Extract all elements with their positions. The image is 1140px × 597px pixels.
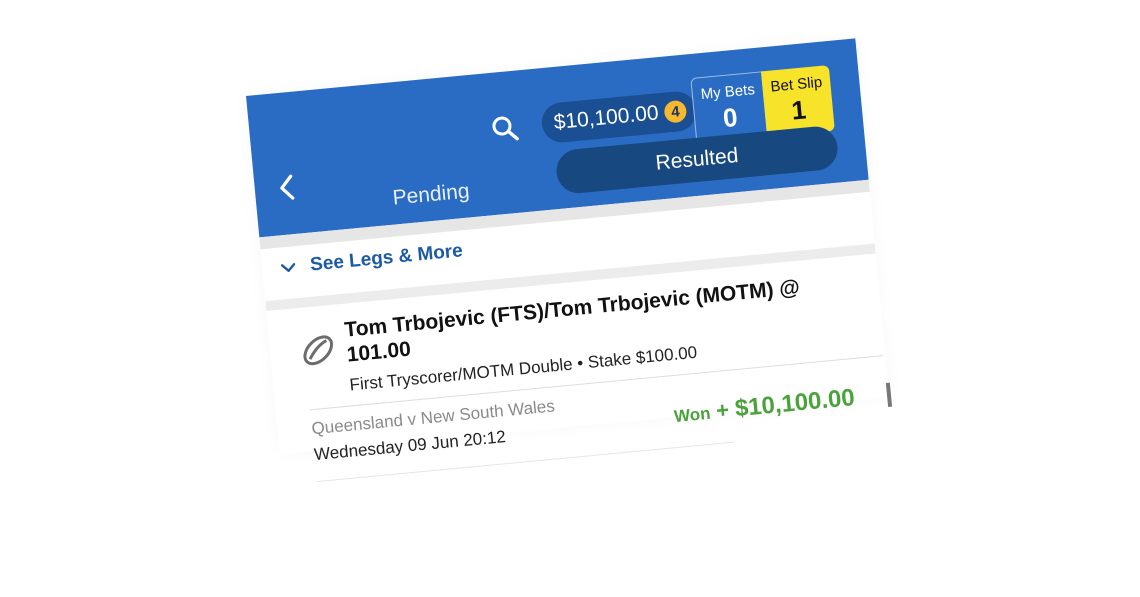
search-button[interactable] [489, 112, 526, 149]
result-sign: + [715, 396, 731, 424]
chevron-left-icon [280, 174, 295, 200]
bet-slip-button[interactable]: Bet Slip 1 [760, 65, 835, 138]
screenshot-stage: $10,100.00 4 My Bets 0 Bet Slip 1 Pendin… [0, 0, 1140, 597]
tab-pending[interactable]: Pending [365, 177, 497, 213]
search-icon [492, 116, 519, 141]
see-legs-toggle[interactable]: See Legs & More [279, 240, 464, 279]
app-header: $10,100.00 4 My Bets 0 Bet Slip 1 Pendin… [246, 38, 869, 238]
bet-result: Won + $10,100.00 [673, 384, 856, 429]
rugby-ball-icon [303, 335, 334, 366]
bet-history-screen: $10,100.00 4 My Bets 0 Bet Slip 1 Pendin… [246, 38, 893, 483]
scroll-edge-mark [885, 382, 893, 407]
result-label: Won [673, 403, 712, 427]
chevron-down-icon [280, 263, 296, 272]
balance-badge: 4 [663, 99, 688, 124]
see-legs-label: See Legs & More [309, 240, 464, 276]
back-button[interactable] [271, 169, 302, 205]
account-balance[interactable]: $10,100.00 4 [540, 89, 699, 145]
bet-slip-count: 1 [790, 94, 808, 126]
balance-amount: $10,100.00 [552, 101, 660, 135]
result-amount: $10,100.00 [733, 384, 856, 423]
